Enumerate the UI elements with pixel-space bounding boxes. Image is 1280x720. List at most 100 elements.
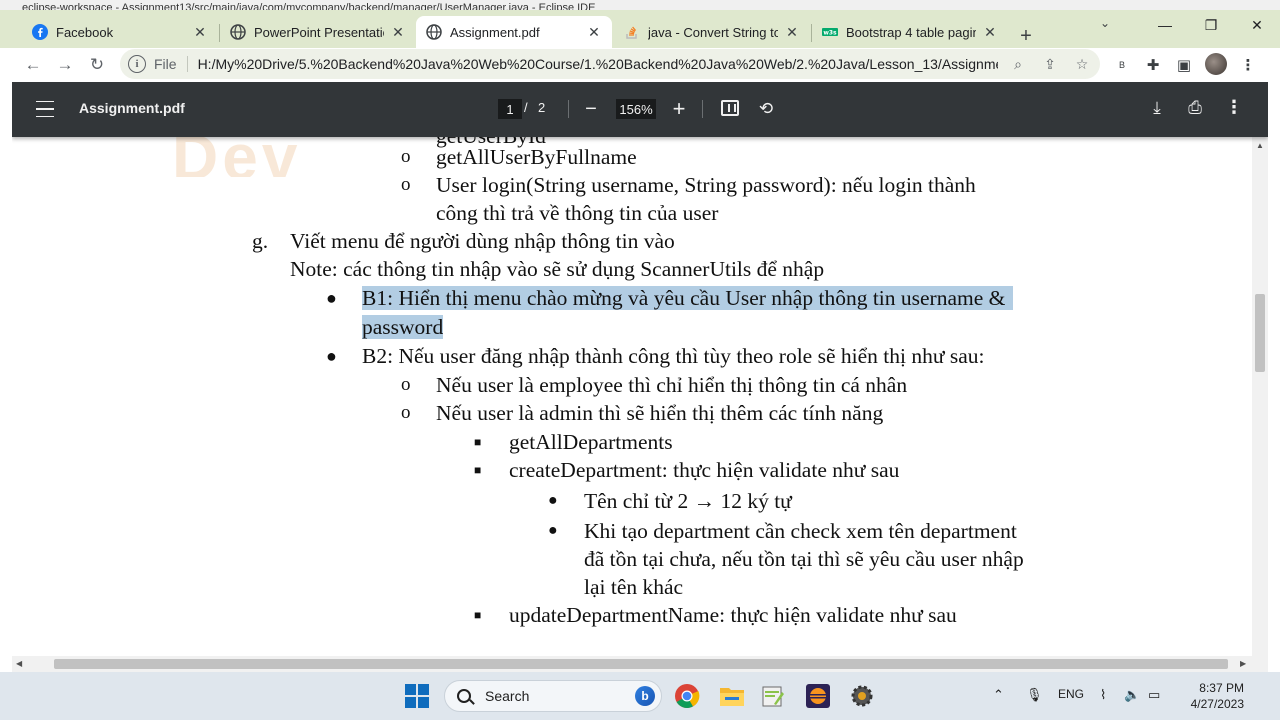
hamburger-menu-icon[interactable]: [34, 98, 56, 120]
text-line: Note: các thông tin nhập vào sẽ sử dụng …: [290, 257, 825, 281]
watermark-logo: Dev: [172, 137, 302, 177]
window-controls: ― ❐ ✕: [1142, 10, 1280, 40]
vertical-scrollbar[interactable]: ▲: [1252, 137, 1268, 672]
microphone-icon[interactable]: 🎙: [1026, 687, 1043, 703]
print-icon[interactable]: ⎙: [1184, 98, 1206, 118]
tab-powerpoint[interactable]: PowerPoint Presentation ✕: [220, 16, 416, 48]
text-line: getAllDepartments: [509, 430, 673, 454]
text-line: Nếu user là admin thì sẽ hiển thị thêm c…: [436, 401, 884, 425]
text-line: công thì trả về thông tin của user: [436, 201, 719, 225]
text-line: Nếu user là employee thì chỉ hiển thị th…: [436, 373, 908, 397]
divider: [186, 56, 188, 72]
highlighted-text: B1: Hiển thị menu chào mừng và yêu cầu U…: [362, 286, 1014, 310]
windows-taskbar: Search b ⌃ 🎙 ENG ⌇ 🔈 ▭ 8:37 PM 4/27/2023: [0, 672, 1280, 720]
disc-bullet-icon: ●: [326, 346, 337, 366]
close-icon[interactable]: ✕: [982, 24, 998, 40]
bing-icon[interactable]: b: [635, 686, 655, 706]
search-icon: [457, 689, 471, 703]
list-marker: g.: [252, 229, 269, 253]
text-line: getAllUserByFullname: [436, 145, 637, 169]
back-arrow-icon[interactable]: ←: [20, 52, 46, 78]
page-number-input[interactable]: 1: [498, 99, 522, 119]
facebook-icon: [32, 24, 48, 40]
bookmark-star-icon[interactable]: ☆: [1072, 54, 1092, 74]
square-bullet-icon: ■: [474, 435, 482, 449]
wifi-icon[interactable]: ⌇: [1100, 687, 1106, 703]
text-line: User login(String username, String passw…: [436, 173, 976, 197]
globe-icon: [230, 24, 246, 40]
more-options-icon[interactable]: ⋮: [1224, 97, 1244, 118]
zoom-out-icon[interactable]: −: [581, 98, 601, 121]
windows-start-icon[interactable]: [401, 680, 433, 712]
share-icon[interactable]: ⇪: [1040, 54, 1060, 74]
chrome-menu-icon[interactable]: ⋮: [1235, 52, 1261, 78]
divider: [568, 100, 569, 118]
side-panel-icon[interactable]: ▣: [1171, 52, 1197, 78]
clock-date: 4/27/2023: [1190, 697, 1244, 711]
profile-avatar[interactable]: [1205, 53, 1227, 75]
square-bullet-icon: ■: [474, 608, 482, 622]
tab-bootstrap[interactable]: w3s Bootstrap 4 table paginat ✕: [812, 16, 1008, 48]
notepad-plus-plus-icon[interactable]: [757, 680, 789, 712]
text-line: lại tên khác: [584, 575, 684, 599]
page-total: 2: [538, 100, 546, 115]
settings-gear-icon[interactable]: [846, 680, 878, 712]
rotate-icon[interactable]: ⟲: [756, 99, 776, 119]
scroll-right-icon[interactable]: ▶: [1240, 659, 1246, 668]
reload-icon[interactable]: ↻: [84, 52, 110, 78]
disc-bullet-icon: ●: [548, 492, 558, 509]
forward-arrow-icon[interactable]: →: [52, 52, 78, 78]
horizontal-scrollbar[interactable]: ◀ ▶: [12, 656, 1252, 672]
close-icon[interactable]: ✕: [192, 24, 208, 40]
pdf-title: Assignment.pdf: [79, 100, 185, 116]
zoom-magnifier-icon[interactable]: ⌕: [1008, 54, 1028, 74]
chevron-up-icon[interactable]: ⌃: [993, 687, 1004, 703]
w3schools-icon: w3s: [822, 24, 838, 40]
zoom-level-input[interactable]: 156%: [616, 99, 656, 119]
file-explorer-icon[interactable]: [716, 680, 748, 712]
globe-icon: [426, 24, 442, 40]
url-text[interactable]: H:/My%20Drive/5.%20Backend%20Java%20Web%…: [198, 56, 998, 72]
close-icon[interactable]: ✕: [390, 24, 406, 40]
system-clock[interactable]: 8:37 PM 4/27/2023: [1180, 680, 1244, 712]
text-line: B2: Nếu user đăng nhập thành công thì tù…: [362, 344, 985, 368]
extension-b-icon[interactable]: B: [1109, 52, 1135, 78]
scroll-left-icon[interactable]: ◀: [16, 659, 22, 668]
browser-toolbar: ← → ↻ i File H:/My%20Drive/5.%20Backend%…: [0, 48, 1280, 82]
close-icon[interactable]: ✕: [784, 24, 800, 40]
battery-icon[interactable]: ▭: [1148, 687, 1160, 703]
text-line: updateDepartmentName: thực hiện validate…: [509, 603, 957, 627]
highlighted-text: password: [362, 315, 444, 339]
circle-bullet-icon: o: [401, 402, 411, 423]
disc-bullet-icon: ●: [548, 522, 558, 539]
volume-icon[interactable]: 🔈: [1124, 687, 1140, 703]
address-bar[interactable]: i File H:/My%20Drive/5.%20Backend%20Java…: [120, 49, 1100, 79]
tab-label: Facebook: [56, 24, 114, 40]
scroll-up-icon[interactable]: ▲: [1256, 141, 1264, 150]
scrollbar-thumb[interactable]: [1255, 294, 1265, 372]
tab-search-chevron-icon[interactable]: ⌄: [1100, 16, 1110, 30]
info-icon[interactable]: i: [128, 55, 146, 73]
taskbar-search[interactable]: Search b: [444, 680, 662, 712]
tab-facebook[interactable]: Facebook ✕: [22, 16, 218, 48]
eclipse-icon[interactable]: [802, 680, 834, 712]
close-window-icon[interactable]: ✕: [1234, 10, 1280, 40]
input-language[interactable]: ENG: [1058, 687, 1084, 701]
tab-stackoverflow[interactable]: java - Convert String to e ✕: [614, 16, 810, 48]
restore-icon[interactable]: ❐: [1188, 10, 1234, 40]
zoom-in-icon[interactable]: +: [669, 96, 689, 122]
new-tab-button[interactable]: +: [1014, 24, 1038, 48]
fit-to-page-icon[interactable]: [721, 100, 739, 116]
chrome-icon[interactable]: [671, 680, 703, 712]
close-icon[interactable]: ✕: [586, 24, 602, 40]
tab-assignment-pdf[interactable]: Assignment.pdf ✕: [416, 16, 612, 48]
scrollbar-thumb[interactable]: [54, 659, 1228, 669]
download-icon[interactable]: ⤓: [1146, 98, 1168, 118]
clock-time: 8:37 PM: [1199, 681, 1244, 695]
pdf-toolbar: Assignment.pdf 1 / 2 − 156% + ⟲ ⤓ ⎙ ⋮: [12, 82, 1268, 137]
minimize-icon[interactable]: ―: [1142, 10, 1188, 40]
url-scheme: File: [154, 56, 177, 72]
extensions-puzzle-icon[interactable]: ✚: [1140, 52, 1166, 78]
page-separator: /: [524, 100, 528, 115]
stackoverflow-icon: [624, 24, 640, 40]
